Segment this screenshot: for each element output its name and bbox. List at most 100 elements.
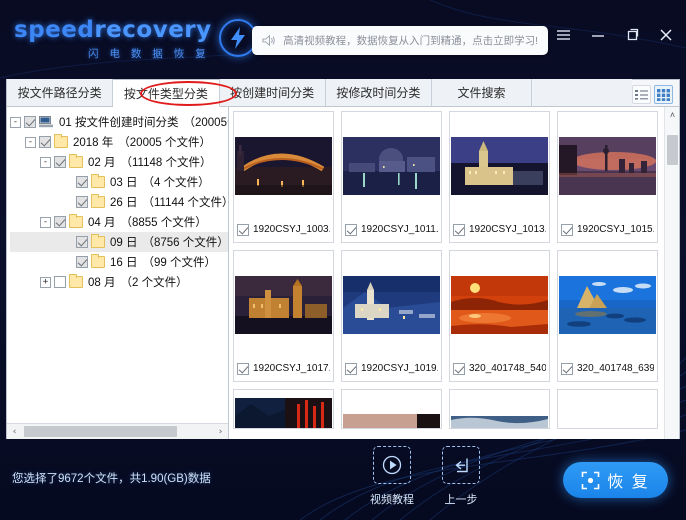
file-checkbox[interactable] — [561, 223, 573, 236]
tree-expander-icon[interactable]: - — [10, 116, 21, 128]
recover-label: 恢 复 — [607, 474, 650, 491]
file-cell[interactable]: 1920CSYJ_1013.jpg — [449, 111, 550, 243]
file-checkbox[interactable] — [237, 223, 249, 236]
logo-word-recovery: recovery — [94, 17, 212, 43]
grid-view-icon[interactable] — [654, 85, 673, 104]
tree-node-day-03[interactable]: 03 日 （4 个文件） — [10, 172, 228, 192]
file-cell[interactable]: 1920CSYJ_1015.jpg — [557, 111, 658, 243]
tree-checkbox[interactable] — [76, 196, 88, 208]
tree-expander-icon — [62, 197, 73, 208]
folder-tree[interactable]: - 01 按文件创建时间分类 （20005个文件） — [7, 107, 228, 423]
tree-checkbox[interactable] — [39, 136, 51, 148]
file-checkbox[interactable] — [561, 362, 573, 375]
app-logo: speedrecovery 闪 电 数 据 恢 复 — [14, 18, 257, 61]
file-caption: 1920CSYJ_1011.jpg — [342, 220, 441, 242]
file-thumbnail — [451, 398, 548, 428]
file-name: 1920CSYJ_1015.jpg — [577, 224, 654, 235]
list-view-icon[interactable] — [632, 85, 651, 104]
file-checkbox[interactable] — [345, 223, 357, 236]
action-buttons: 视频教程 上一步 — [370, 446, 480, 507]
tree-expander-icon — [62, 177, 73, 188]
tab-file-search[interactable]: 文件搜索 — [432, 79, 532, 106]
tree-expander-icon — [62, 237, 73, 248]
tree-node-label: 03 日 — [110, 177, 138, 189]
previous-step-button[interactable]: 上一步 — [442, 446, 480, 507]
file-cell[interactable] — [233, 389, 334, 429]
action-label: 视频教程 — [370, 494, 414, 506]
play-icon — [373, 446, 411, 484]
folder-icon — [91, 234, 105, 248]
tree-node-day-09[interactable]: 09 日 （8756 个文件） — [10, 232, 228, 252]
file-cell[interactable]: 320_401748_639... — [557, 250, 658, 382]
file-cell[interactable]: 1920CSYJ_1019.jpg — [341, 250, 442, 382]
grid-scroll-thumb[interactable] — [667, 135, 678, 165]
maximize-icon[interactable] — [623, 26, 640, 43]
video-tutorial-button[interactable]: 视频教程 — [370, 446, 414, 507]
logo-word-speed: speed — [14, 17, 95, 43]
file-checkbox[interactable] — [453, 362, 465, 375]
tree-node-label: 02 月 — [88, 157, 116, 169]
tree-checkbox[interactable] — [76, 176, 88, 188]
tree-node-day-26[interactable]: 26 日 （11144 个文件） — [10, 192, 228, 212]
file-cell[interactable] — [449, 389, 550, 429]
file-thumbnail — [343, 398, 440, 428]
file-thumbnail — [559, 137, 656, 195]
file-grid-vertical-scrollbar[interactable]: ˄ ˅ — [664, 107, 679, 439]
tab-by-file-type[interactable]: 按文件类型分类 — [113, 80, 220, 107]
scroll-up-arrow-icon[interactable]: ˄ — [665, 107, 679, 122]
tree-node-month-02[interactable]: - 02 月 （11148 个文件） — [10, 152, 228, 172]
tree-checkbox[interactable] — [76, 256, 88, 268]
tree-node-count: （11144 个文件） — [142, 197, 229, 209]
folder-icon — [91, 254, 105, 268]
tree-expander-icon[interactable]: - — [25, 136, 36, 148]
file-cell[interactable]: 320_401748_540... — [449, 250, 550, 382]
tree-checkbox[interactable] — [24, 116, 36, 128]
tab-by-create-time[interactable]: 按创建时间分类 — [219, 79, 326, 106]
tree-checkbox[interactable] — [54, 156, 66, 168]
tree-expander-icon[interactable]: - — [40, 216, 51, 228]
tab-by-file-path[interactable]: 按文件路径分类 — [7, 79, 114, 106]
recover-button[interactable]: 恢 复 — [563, 462, 668, 498]
folder-icon — [91, 194, 105, 208]
minimize-icon[interactable] — [589, 26, 606, 43]
file-cell[interactable] — [341, 389, 442, 429]
tree-checkbox[interactable] — [54, 276, 66, 288]
tab-by-modify-time[interactable]: 按修改时间分类 — [325, 79, 432, 106]
tree-scroll-track[interactable] — [22, 425, 213, 438]
tab-label: 按文件类型分类 — [123, 86, 208, 101]
file-grid-row-partial — [233, 389, 664, 429]
hamburger-menu-icon[interactable] — [555, 26, 572, 43]
file-checkbox[interactable] — [345, 362, 357, 375]
folder-icon — [69, 274, 83, 288]
tree-node-count: （99 个文件） — [142, 257, 217, 269]
tree-node-label: 01 按文件创建时间分类 — [59, 117, 179, 129]
close-icon[interactable] — [657, 26, 674, 43]
scroll-left-arrow-icon[interactable]: ‹ — [7, 424, 22, 439]
tree-scroll-thumb[interactable] — [24, 426, 177, 437]
file-caption: 1920CSYJ_1019.jpg — [342, 359, 441, 381]
file-name: 1920CSYJ_1017.jpg — [253, 363, 330, 374]
folder-icon — [91, 174, 105, 188]
file-cell[interactable]: 1920CSYJ_1017.jpg — [233, 250, 334, 382]
tree-expander-icon[interactable]: - — [40, 156, 51, 168]
banner-text: 高清视频教程，数据恢复从入门到精通，点击立即学习! — [283, 35, 538, 47]
tree-checkbox[interactable] — [76, 236, 88, 248]
tree-node-day-16[interactable]: 16 日 （99 个文件） — [10, 252, 228, 272]
file-grid: 1920CSYJ_1003.jpg — [229, 107, 664, 439]
tree-node-year-2018[interactable]: - 2018 年 （20005 个文件） — [10, 132, 228, 152]
scroll-right-arrow-icon[interactable]: › — [213, 424, 228, 439]
tree-node-month-04[interactable]: - 04 月 （8855 个文件） — [10, 212, 228, 232]
tree-node-month-08[interactable]: + 08 月 （2 个文件） — [10, 272, 228, 292]
tree-node-count: （8756 个文件） — [142, 237, 229, 249]
file-checkbox[interactable] — [237, 362, 249, 375]
file-cell[interactable]: 1920CSYJ_1003.jpg — [233, 111, 334, 243]
tree-node-root[interactable]: - 01 按文件创建时间分类 （20005个文件） — [10, 112, 228, 132]
file-cell[interactable] — [557, 389, 658, 429]
file-checkbox[interactable] — [453, 223, 465, 236]
tree-expander-icon[interactable]: + — [40, 276, 51, 288]
video-tutorial-banner[interactable]: 高清视频教程，数据恢复从入门到精通，点击立即学习! — [252, 26, 548, 55]
tree-horizontal-scrollbar[interactable]: ‹ › — [7, 423, 228, 439]
file-cell[interactable]: 1920CSYJ_1011.jpg — [341, 111, 442, 243]
tree-checkbox[interactable] — [54, 216, 66, 228]
file-grid-row: 1920CSYJ_1017.jpg — [233, 250, 664, 382]
